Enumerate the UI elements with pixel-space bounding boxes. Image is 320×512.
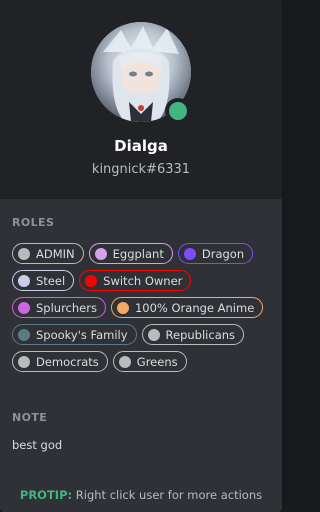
- user-tag[interactable]: kingnick#6331: [0, 162, 282, 177]
- role-label: ADMIN: [36, 246, 75, 261]
- role-splurchers[interactable]: Splurchers: [12, 297, 106, 318]
- roles-section-title: ROLES: [12, 216, 55, 229]
- role-label: Republicans: [165, 327, 236, 342]
- role-label: Greens: [136, 354, 178, 369]
- role-label: Switch Owner: [103, 273, 183, 288]
- role-color-dot-icon: [94, 247, 107, 260]
- role-label: Dragon: [201, 246, 245, 261]
- username[interactable]: Dialga: [0, 137, 282, 155]
- user-profile-popout: Dialga kingnick#6331 ROLES ADMIN Eggplan…: [0, 0, 282, 512]
- role-switch-owner[interactable]: Switch Owner: [79, 270, 192, 291]
- protip-text: Right click user for more actions: [75, 488, 263, 502]
- role-democrats[interactable]: Democrats: [12, 351, 108, 372]
- role-greens[interactable]: Greens: [112, 351, 187, 372]
- role-color-dot-icon: [116, 301, 129, 314]
- role-label: Splurchers: [36, 300, 97, 315]
- role-label: Spooky's Family: [36, 327, 128, 342]
- role-color-dot-icon: [18, 355, 30, 368]
- role-color-dot-icon: [118, 355, 131, 368]
- role-steel[interactable]: Steel: [12, 270, 75, 291]
- role-label: 100% Orange Anime: [134, 300, 255, 315]
- role-republicans[interactable]: Republicans: [141, 324, 245, 345]
- role-label: Steel: [36, 273, 66, 288]
- role-100-orange-anime[interactable]: 100% Orange Anime: [110, 297, 264, 318]
- note-section-title: NOTE: [12, 411, 48, 424]
- protip-label: PROTIP:: [19, 488, 73, 502]
- role-color-dot-icon: [183, 247, 196, 260]
- role-label: Eggplant: [112, 246, 164, 261]
- protip: PROTIP: Right click user for more action…: [0, 488, 282, 502]
- role-admin[interactable]: ADMIN: [12, 243, 84, 264]
- role-color-dot-icon: [18, 328, 30, 341]
- role-color-dot-icon: [147, 328, 160, 341]
- online-status-indicator: [165, 98, 191, 124]
- roles-list: ADMIN Eggplant Dragon Steel Switch Owner…: [12, 243, 274, 372]
- role-label: Democrats: [36, 354, 99, 369]
- note-input[interactable]: best god: [12, 438, 62, 452]
- role-color-dot-icon: [85, 274, 98, 287]
- role-dragon[interactable]: Dragon: [177, 243, 254, 264]
- profile-header: Dialga kingnick#6331: [0, 0, 282, 199]
- role-spookys-family[interactable]: Spooky's Family: [12, 324, 137, 345]
- role-color-dot-icon: [18, 301, 30, 314]
- role-color-dot-icon: [18, 274, 30, 287]
- role-eggplant[interactable]: Eggplant: [88, 243, 173, 264]
- avatar-container[interactable]: [91, 22, 191, 124]
- role-color-dot-icon: [18, 247, 30, 260]
